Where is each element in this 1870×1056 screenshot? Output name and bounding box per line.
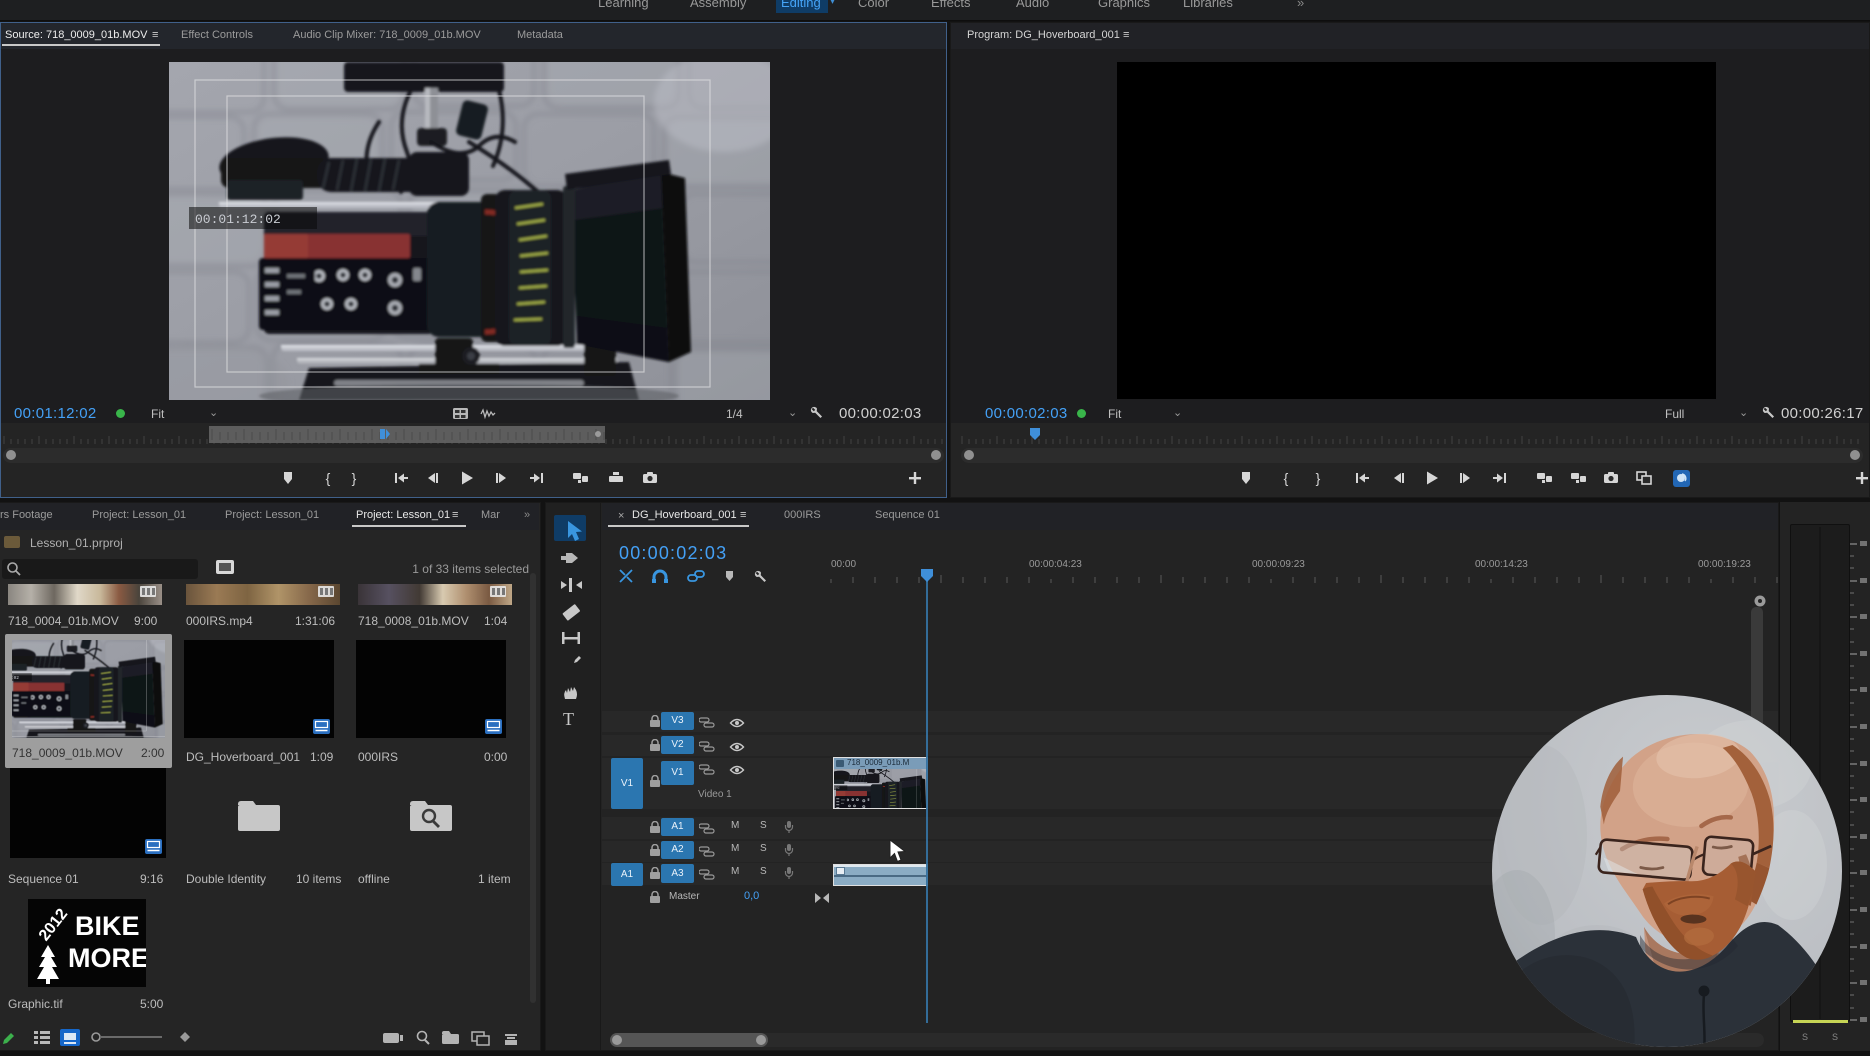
svg-text:T: T <box>563 709 574 729</box>
svg-text:00:00:04:23: 00:00:04:23 <box>1029 559 1082 570</box>
svg-text:00:00: 00:00 <box>831 559 856 570</box>
svg-text:}: } <box>1316 470 1321 486</box>
svg-text:00:00:19:23: 00:00:19:23 <box>1698 559 1751 570</box>
svg-text:BIKE: BIKE <box>75 911 140 941</box>
svg-text:00:00:09:23: 00:00:09:23 <box>1252 559 1305 570</box>
svg-text:{: { <box>1284 470 1289 486</box>
svg-text:MORE: MORE <box>68 943 146 973</box>
svg-text:00:00:14:23: 00:00:14:23 <box>1475 559 1528 570</box>
svg-text:}: } <box>352 470 357 486</box>
svg-text:{: { <box>326 470 331 486</box>
